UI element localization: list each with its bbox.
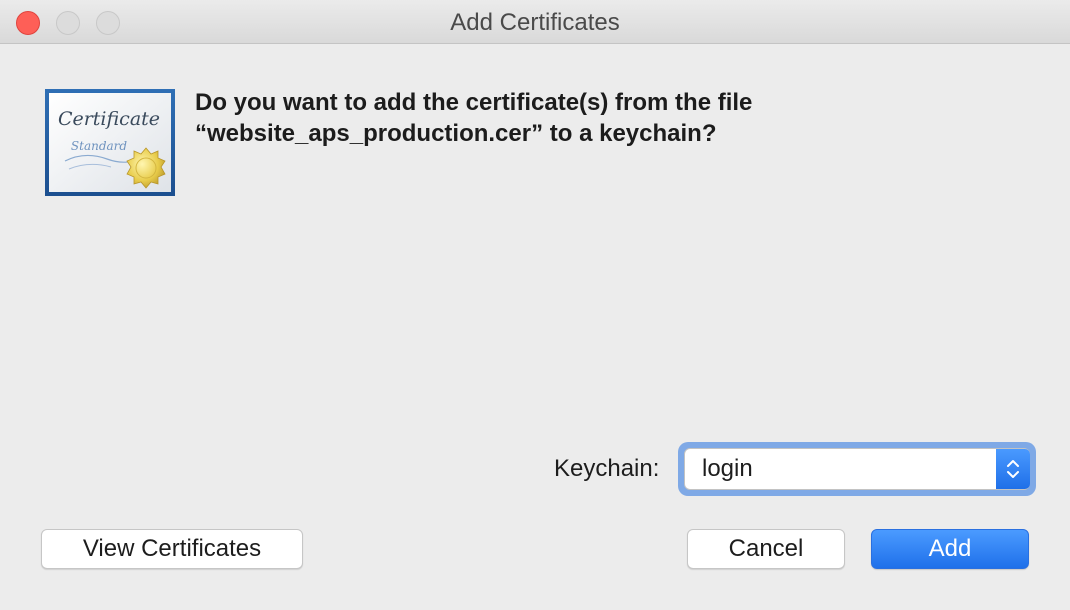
- add-certificate-prompt: Do you want to add the certificate(s) fr…: [195, 87, 1015, 149]
- prompt-line-2: “website_aps_production.cer” to a keycha…: [195, 120, 717, 147]
- certificate-icon-subtitle: Standard: [71, 139, 127, 153]
- view-certificates-button[interactable]: View Certificates: [41, 529, 303, 569]
- keychain-selected-value: login: [702, 455, 753, 482]
- title-bar: Add Certificates: [0, 0, 1070, 44]
- add-certificates-dialog: Add Certificates Certificate Standard Do…: [0, 0, 1070, 610]
- certificate-icon: Certificate Standard: [45, 89, 175, 196]
- cancel-button[interactable]: Cancel: [687, 529, 845, 569]
- certificate-icon-title: Certificate: [58, 108, 160, 130]
- prompt-line-1: Do you want to add the certificate(s) fr…: [195, 89, 753, 116]
- keychain-label: Keychain:: [554, 455, 660, 482]
- chevron-up-down-icon[interactable]: [996, 449, 1030, 489]
- keychain-popup[interactable]: login: [684, 448, 1030, 490]
- add-button[interactable]: Add: [871, 529, 1029, 569]
- window-title: Add Certificates: [450, 9, 620, 36]
